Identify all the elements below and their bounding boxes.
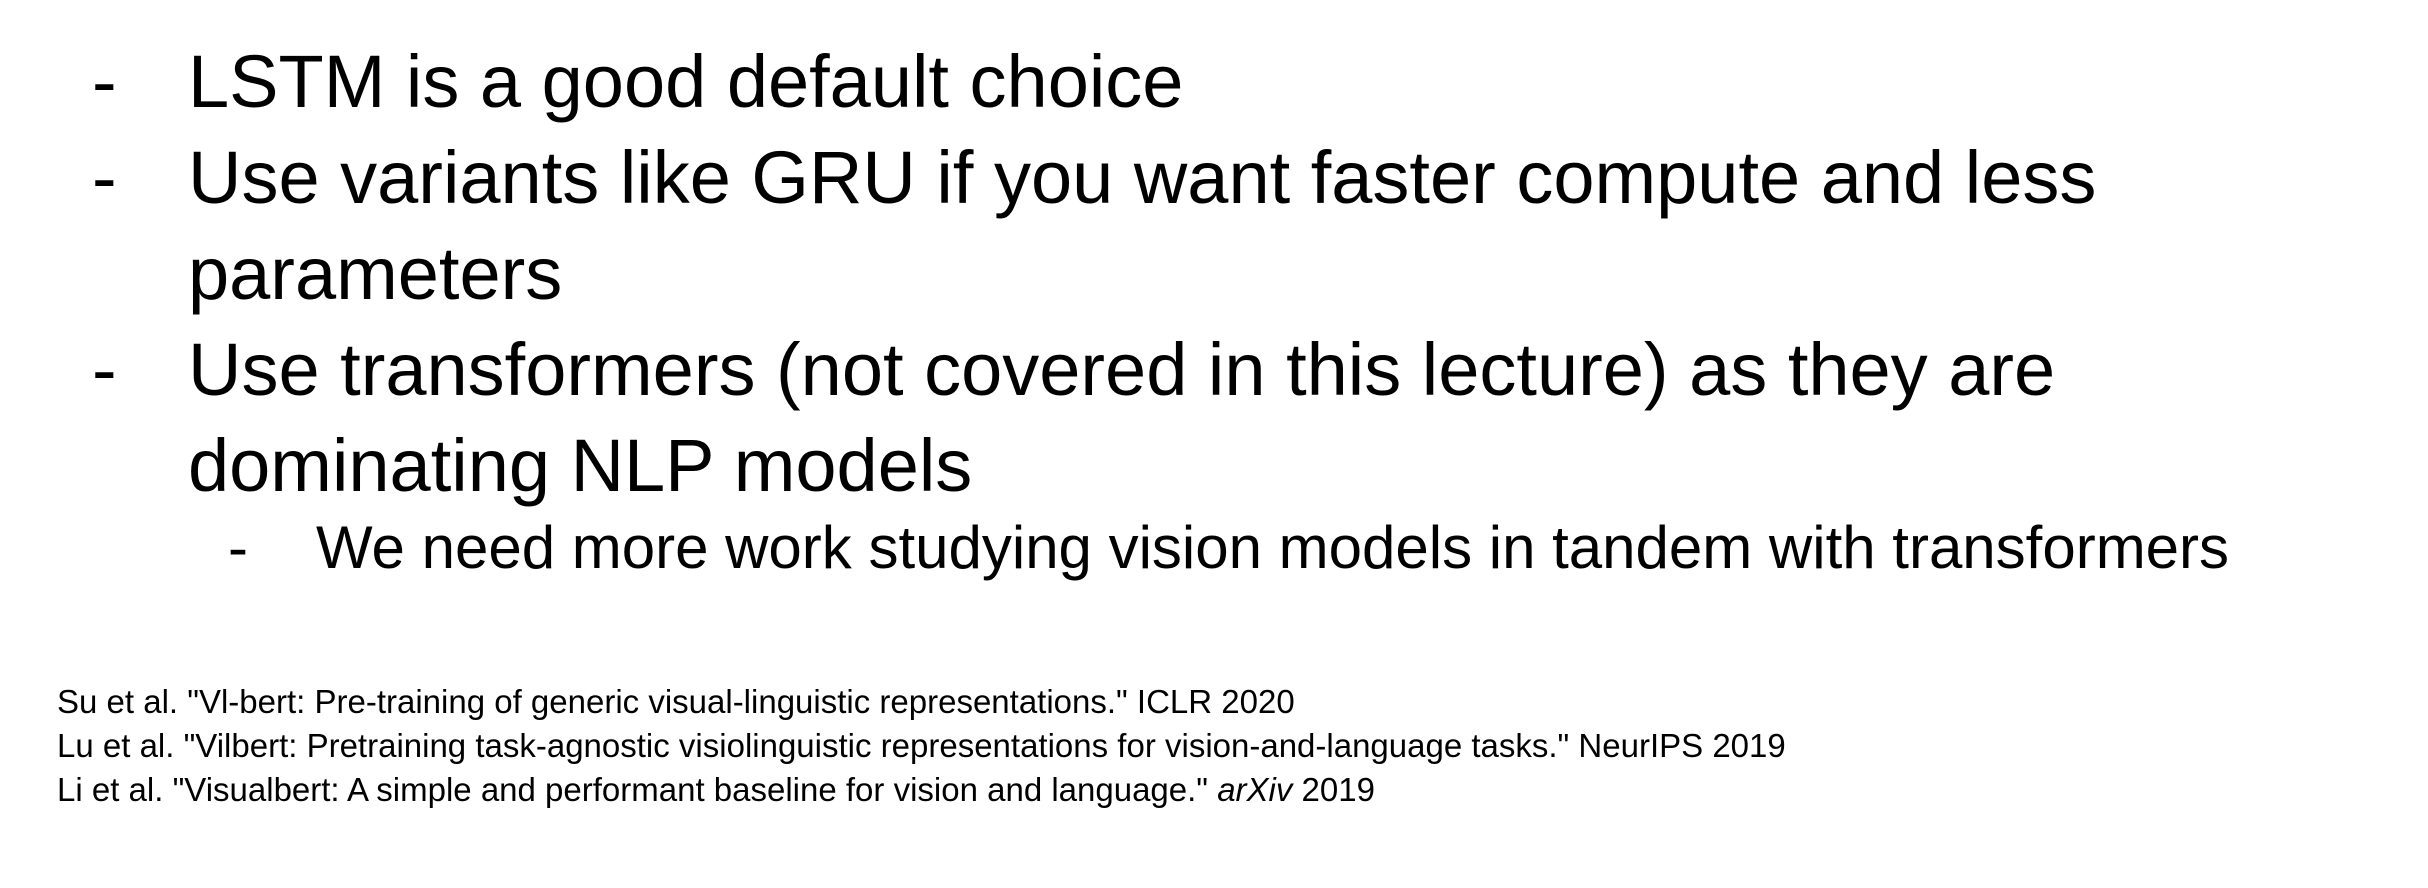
- references: Su et al. "Vl-bert: Pre-training of gene…: [57, 680, 1786, 812]
- bullet-text: Use variants like GRU if you want faster…: [188, 136, 2097, 315]
- reference-visualbert-venue: arXiv: [1217, 771, 1293, 808]
- reference-visualbert: Li et al. "Visualbert: A simple and perf…: [57, 768, 1786, 812]
- reference-visualbert-text: Li et al. "Visualbert: A simple and perf…: [57, 771, 1218, 808]
- sub-bullet-text: We need more work studying vision models…: [316, 514, 2230, 581]
- bullet-dash: -: [92, 40, 117, 123]
- sub-bullet-vision-models: - We need more work studying vision mode…: [228, 512, 2428, 584]
- bullet-transformers: - Use transformers (not covered in this …: [92, 322, 2388, 514]
- bullet-gru-variants: - Use variants like GRU if you want fast…: [92, 130, 2388, 322]
- bullet-lstm-default: - LSTM is a good default choice: [92, 34, 2388, 130]
- bullet-text: LSTM is a good default choice: [188, 40, 1184, 123]
- bullet-text: Use transformers (not covered in this le…: [188, 328, 2056, 507]
- reference-visualbert-year: 2019: [1292, 771, 1375, 808]
- bullet-dash: -: [92, 328, 117, 411]
- bullet-dash: -: [92, 136, 117, 219]
- slide: - LSTM is a good default choice - Use va…: [0, 0, 2428, 888]
- sub-bullet-dash: -: [228, 514, 248, 581]
- reference-vilbert: Lu et al. "Vilbert: Pretraining task-agn…: [57, 727, 1786, 764]
- reference-vl-bert: Su et al. "Vl-bert: Pre-training of gene…: [57, 683, 1295, 720]
